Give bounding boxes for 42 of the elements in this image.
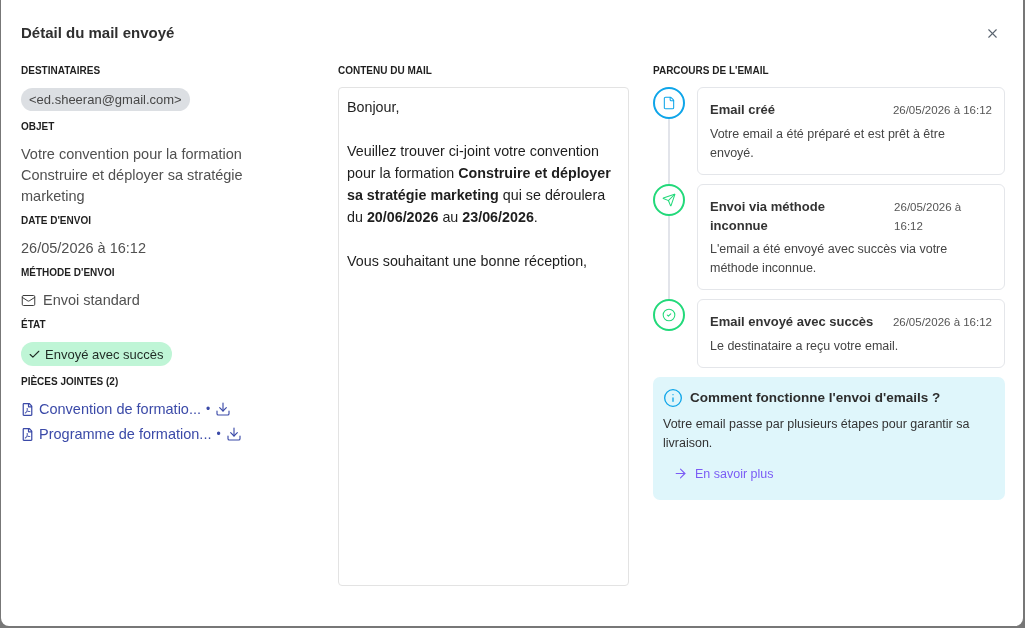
- sent-date-text: 26/05/2026 à 16:12: [21, 238, 147, 258]
- step-date: 26/05/2026 à 16:12: [894, 199, 963, 234]
- pdf-file-icon: [21, 402, 34, 416]
- download-icon: [225, 426, 242, 442]
- download-button[interactable]: [225, 426, 242, 442]
- envelope-icon: [21, 292, 36, 308]
- dialog-title: Détail du mail envoyé: [21, 23, 175, 43]
- section-label: PARCOURS DE L'EMAIL: [653, 64, 770, 78]
- attachment-link[interactable]: Programme de formation...: [21, 426, 212, 442]
- section-label: ÉTAT: [21, 318, 47, 332]
- recipient-chip: <ed.sheeran@gmail.com>: [21, 88, 190, 111]
- info-text: Votre email passe par plusieurs étapes pour garantir sa livraison.: [663, 416, 971, 452]
- section-label: CONTENU DU MAIL: [338, 64, 433, 78]
- step-title: Email créé: [710, 101, 776, 119]
- step-description: Votre email a été préparé et est prêt à être envoyé.: [710, 125, 946, 162]
- download-icon: [215, 401, 232, 417]
- section-label: PIÈCES JOINTES (2): [21, 375, 120, 389]
- learn-more-link[interactable]: En savoir plus: [663, 459, 784, 488]
- pdf-file-icon: [21, 427, 34, 441]
- step-date: 26/05/2026 à 16:12: [892, 103, 992, 118]
- download-button[interactable]: [215, 401, 232, 417]
- separator-dot: •: [216, 427, 221, 441]
- step-description: L'email a été envoyé avec succès via votre méthode inconnue.: [710, 241, 949, 277]
- step-date: 26/05/2026 à 16:12: [892, 315, 992, 330]
- send-method-text: Envoi standard: [43, 292, 140, 308]
- section-label: DATE D'ENVOI: [21, 214, 92, 228]
- arrow-right-icon: [673, 466, 688, 481]
- section-label: MÉTHODE D'ENVOI: [21, 266, 116, 280]
- section-label: DESTINATAIRES: [21, 64, 102, 78]
- attachment-link[interactable]: Convention de formatio...: [21, 401, 201, 417]
- subject-text: Votre convention pour la formation Construire et déployer sa stratégie marketing: [21, 144, 244, 206]
- section-label: OBJET: [21, 120, 56, 134]
- mail-paragraph: Bonjour,: [347, 98, 401, 117]
- step-title: Email envoyé avec succès: [710, 313, 874, 331]
- status-badge: Envoyé avec succès: [21, 342, 172, 366]
- mail-paragraph: Vous souhaitant une bonne réception,: [347, 252, 589, 271]
- separator-dot: •: [206, 402, 211, 416]
- step-description: Le destinataire a reçu votre email.: [710, 337, 900, 355]
- info-title: Comment fonctionne l'envoi d'emails ?: [690, 390, 941, 405]
- step-title: Envoi via méthode inconnue: [710, 197, 826, 235]
- info-icon: [663, 387, 683, 408]
- mail-paragraph: Veuillez trouver ci-joint votre convention pour la formation Construire et déployer sa stratégie marketing qui se déroulera du 20/06/2026 au 23/06/2026.: [347, 142, 612, 227]
